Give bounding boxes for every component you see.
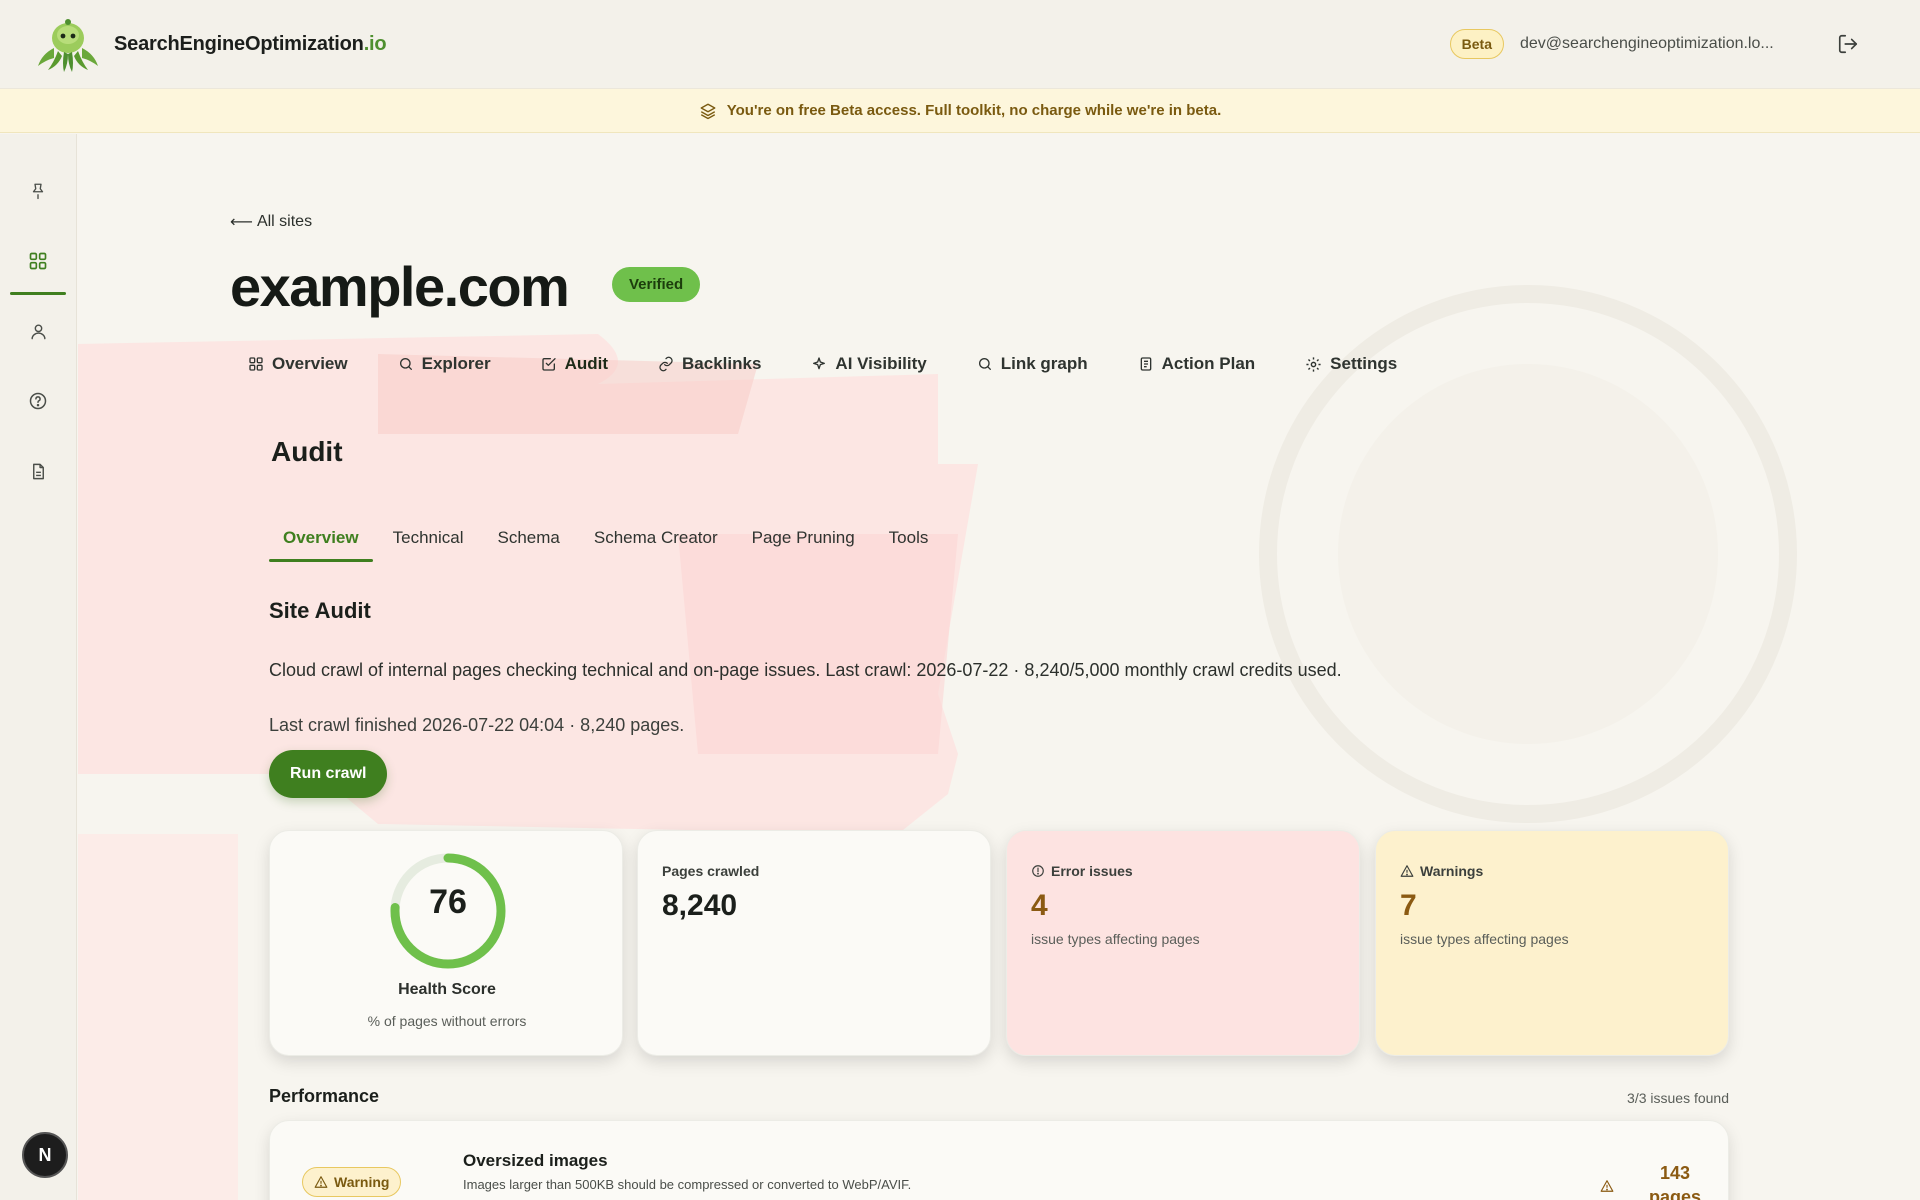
issue-count-value: 143 <box>1659 1163 1691 1183</box>
pages-crawled-label-text: Pages crawled <box>662 863 760 879</box>
error-issues-label-text: Error issues <box>1051 863 1133 879</box>
severity-label: Warning <box>334 1174 390 1190</box>
issue-affected-count: 143 pages <box>1640 1161 1710 1200</box>
health-score-value: 76 <box>429 883 467 921</box>
verified-badge: Verified <box>612 267 701 302</box>
health-score-card: 76 Health Score % of pages without error… <box>269 830 623 1056</box>
tab-label: Explorer <box>421 354 491 373</box>
subtab-page-pruning[interactable]: Page Pruning <box>738 520 869 562</box>
warnings-value: 7 <box>1400 889 1417 922</box>
header-right: Beta dev@searchengineoptimization.lo... <box>1449 29 1888 59</box>
gear-icon <box>1306 356 1321 372</box>
alert-circle-icon <box>1032 865 1044 877</box>
health-score-sub: % of pages without errors <box>367 1013 527 1029</box>
severity-badge: Warning <box>302 1167 402 1197</box>
error-issues-card[interactable]: Error issues 4 issue types affecting pag… <box>1006 830 1360 1056</box>
subtab-schema[interactable]: Schema <box>483 520 573 562</box>
brand-tld: .io <box>363 32 387 55</box>
subtab-tools[interactable]: Tools <box>875 520 943 562</box>
tab-ai-visibility[interactable]: AI Visibility <box>793 344 944 384</box>
search-icon <box>399 358 412 370</box>
user-icon[interactable] <box>19 312 57 350</box>
tab-label: AI Visibility <box>835 354 927 373</box>
performance-heading: Performance <box>269 1086 380 1106</box>
sparkle-icon <box>813 357 826 370</box>
subtab-schema-creator[interactable]: Schema Creator <box>580 520 732 562</box>
health-score-label: Health Score <box>398 981 496 998</box>
tab-label: Audit <box>564 354 609 373</box>
tab-label: Link graph <box>1000 354 1088 373</box>
pin-icon[interactable] <box>19 172 57 210</box>
clipboard-icon <box>1140 357 1151 371</box>
warning-triangle-icon <box>314 1176 328 1188</box>
performance-issue-count: 3/3 issues found <box>1627 1090 1729 1106</box>
subtab-technical[interactable]: Technical <box>379 520 478 562</box>
warnings-sub: issue types affecting pages <box>1400 931 1569 947</box>
top-bar: SearchEngineOptimization.io Beta dev@sea… <box>0 0 1920 89</box>
beta-badge: Beta <box>1449 29 1504 59</box>
tab-overview[interactable]: Overview <box>230 344 366 384</box>
help-circle-icon[interactable] <box>19 382 57 420</box>
tab-explorer[interactable]: Explorer <box>380 344 509 384</box>
grid-icon <box>249 357 263 371</box>
page-title: Audit <box>271 436 343 467</box>
warnings-label: Warnings <box>1400 863 1483 879</box>
issue-description: Images larger than 500KB should be compr… <box>463 1177 912 1192</box>
tab-label: Settings <box>1330 354 1398 373</box>
brand-name[interactable]: SearchEngineOptimization.io <box>114 32 387 56</box>
issue-title: Oversized images <box>463 1151 608 1170</box>
avatar[interactable]: N <box>22 1132 68 1178</box>
sidebar-active-indicator <box>10 292 66 295</box>
back-to-all-sites-link[interactable]: ⟵ All sites <box>230 212 312 232</box>
tab-label: Action Plan <box>1161 354 1256 373</box>
tab-label: Overview <box>272 354 348 373</box>
issue-count-unit: pages <box>1648 1187 1702 1200</box>
subtab-overview[interactable]: Overview <box>269 520 373 562</box>
logout-icon[interactable] <box>1834 30 1862 58</box>
error-issues-value: 4 <box>1031 889 1048 922</box>
beta-banner: You're on free Beta access. Full toolkit… <box>0 89 1920 133</box>
user-email: dev@searchengineoptimization.lo... <box>1520 35 1774 52</box>
checkbox-icon <box>541 358 556 371</box>
audit-description: Cloud crawl of internal pages checking t… <box>269 660 1342 680</box>
last-crawl-status: Last crawl finished 2026-07-22 04:04 · 8… <box>269 715 685 735</box>
site-tabs: Overview Explorer Audit Backlinks AI Vis… <box>230 344 1429 384</box>
site-audit-heading: Site Audit <box>269 598 371 623</box>
site-title: example.com <box>230 255 570 318</box>
pages-crawled-value: 8,240 <box>662 889 738 922</box>
run-crawl-button[interactable]: Run crawl <box>269 750 388 798</box>
pages-crawled-label: Pages crawled <box>662 863 759 879</box>
search-icon <box>978 358 991 370</box>
main-content: ⟵ All sites example.com Verified Overvie… <box>78 134 1920 1200</box>
tab-link-graph[interactable]: Link graph <box>959 344 1106 384</box>
issue-row-oversized-images[interactable]: Warning Oversized images Images larger t… <box>269 1120 1729 1200</box>
banner-text: You're on free Beta access. Full toolkit… <box>726 102 1222 119</box>
document-icon[interactable] <box>19 452 57 490</box>
sidebar: N <box>0 134 77 1200</box>
arrow-left-icon: ⟵ <box>230 214 253 231</box>
warnings-card[interactable]: Warnings 7 issue types affecting pages <box>1375 830 1729 1056</box>
audit-subtabs: Overview Technical Schema Schema Creator… <box>269 520 948 563</box>
tab-audit[interactable]: Audit <box>523 344 626 384</box>
warnings-label-text: Warnings <box>1420 863 1484 879</box>
pages-crawled-card: Pages crawled 8,240 <box>637 830 991 1056</box>
error-issues-sub: issue types affecting pages <box>1031 931 1200 947</box>
link-icon <box>659 356 673 372</box>
tab-action-plan[interactable]: Action Plan <box>1120 344 1274 384</box>
dashboard-grid-icon[interactable] <box>19 242 57 280</box>
tab-settings[interactable]: Settings <box>1287 344 1415 384</box>
error-issues-label: Error issues <box>1031 863 1133 879</box>
brand-name-text: SearchEngineOptimization <box>114 32 364 55</box>
tab-backlinks[interactable]: Backlinks <box>640 344 779 384</box>
warning-triangle-icon <box>1400 865 1414 877</box>
octopus-logo-icon[interactable] <box>32 14 104 74</box>
layers-icon <box>700 103 716 119</box>
warning-triangle-icon <box>1600 1180 1614 1192</box>
back-link-label: All sites <box>256 213 313 230</box>
tab-label: Backlinks <box>682 354 762 373</box>
